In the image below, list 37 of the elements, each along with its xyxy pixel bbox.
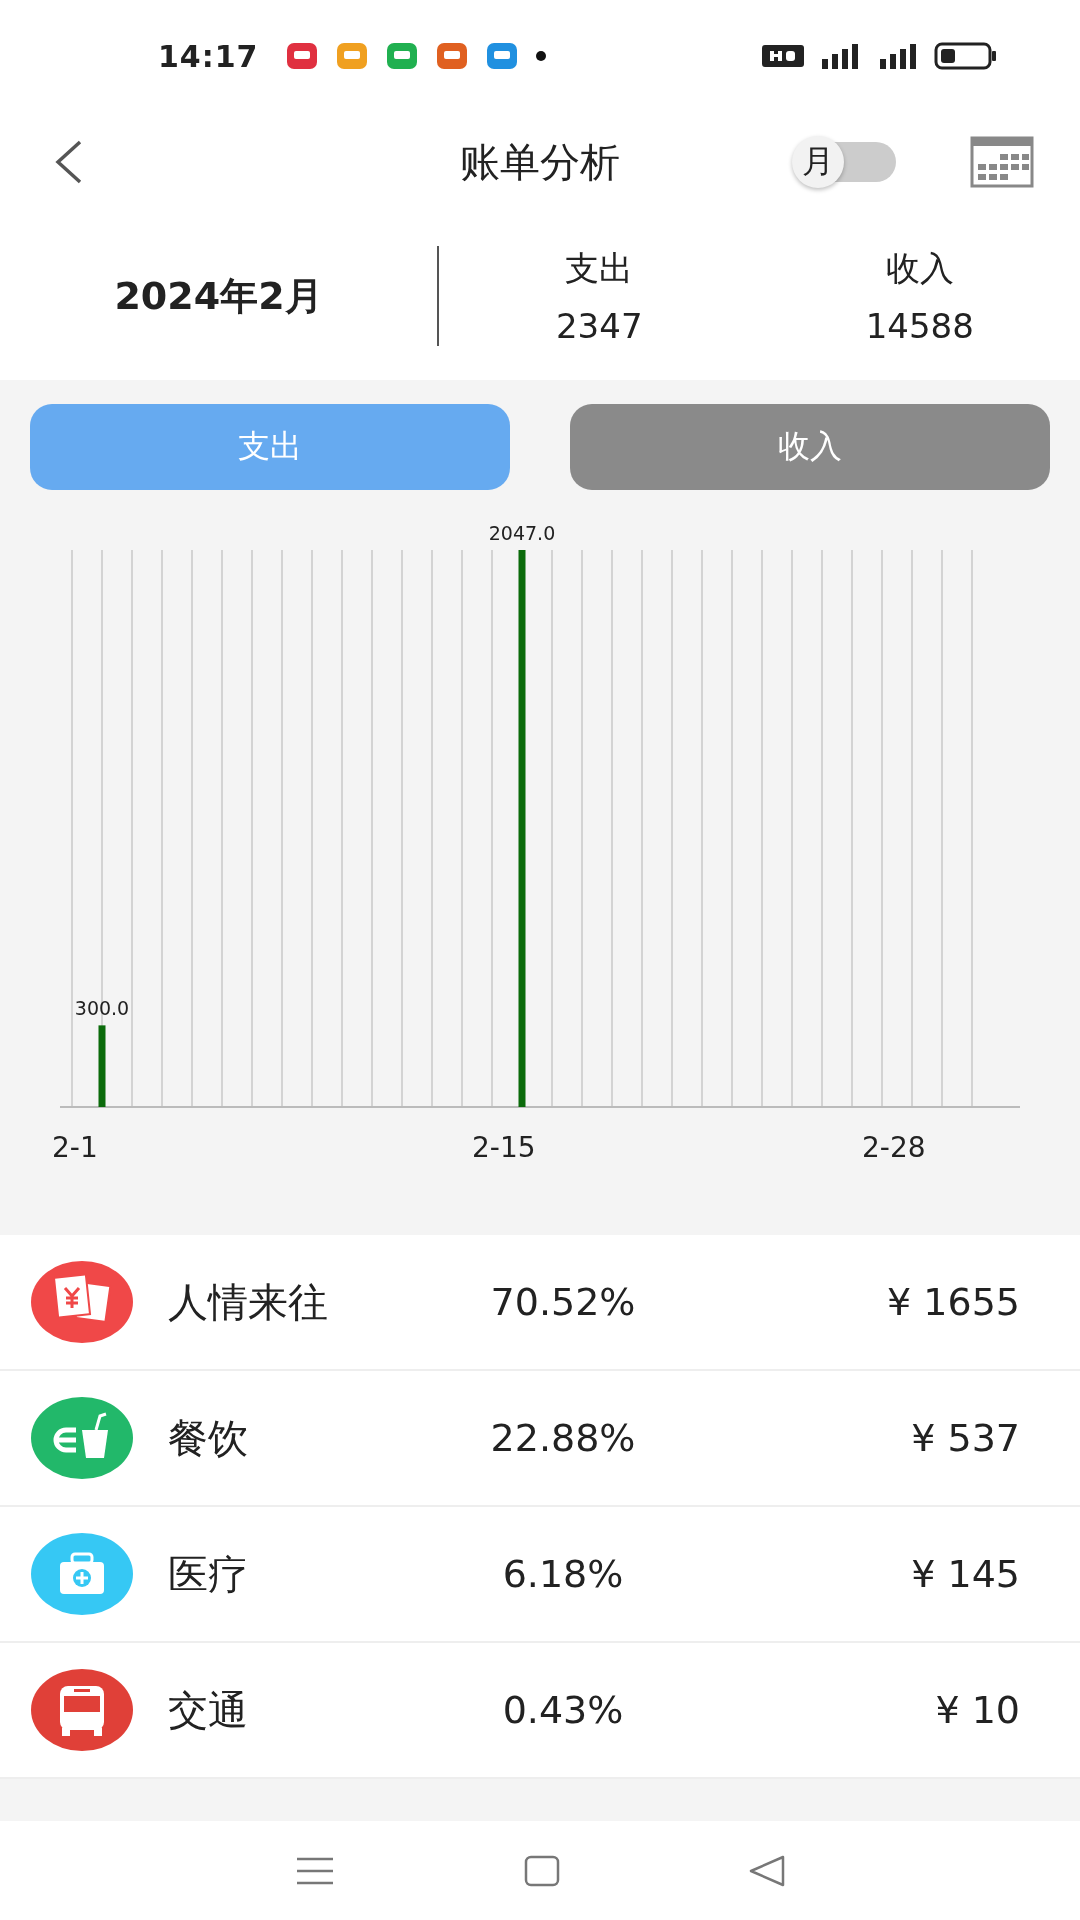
- category-name: 医疗: [168, 1549, 249, 1599]
- home-icon[interactable]: [524, 1854, 560, 1887]
- category-percent: 22.88%: [489, 1416, 637, 1460]
- category-name: 交通: [168, 1685, 249, 1735]
- type-tab[interactable]: 收入: [570, 404, 1050, 490]
- category-amount: ¥ 537: [911, 1416, 1020, 1460]
- x-tick-label: 2-28: [862, 1131, 926, 1160]
- type-tab[interactable]: 支出: [30, 404, 510, 490]
- stat-value: 2347: [556, 306, 643, 346]
- category-name: 人情来往: [168, 1277, 329, 1327]
- notification-icon: [384, 41, 419, 71]
- back-nav-icon[interactable]: [749, 1854, 786, 1887]
- category-amount: ¥ 1655: [887, 1280, 1020, 1324]
- notification-icon: [484, 41, 519, 71]
- category-percent: 70.52%: [489, 1280, 637, 1324]
- hd-icon: [762, 43, 804, 69]
- category-amount: ¥ 10: [935, 1688, 1020, 1732]
- notification-icon: [434, 41, 469, 71]
- category-percent: 6.18%: [501, 1552, 625, 1596]
- x-tick-label: 2-15: [472, 1131, 536, 1160]
- data-label: 2047.0: [488, 522, 556, 544]
- notification-icon: [284, 41, 319, 71]
- battery-icon: [934, 41, 998, 71]
- data-label: 300.0: [74, 997, 130, 1020]
- page-title: 账单分析: [460, 137, 620, 187]
- calendar-icon[interactable]: [970, 136, 1034, 188]
- category-percent: 0.43%: [501, 1688, 625, 1732]
- stat-value: 14588: [865, 306, 974, 346]
- category-name: 餐饮: [168, 1413, 249, 1463]
- stat-label: 支出: [565, 247, 634, 290]
- more-notifications-icon: [534, 50, 547, 62]
- status-time: 14:17: [158, 38, 259, 74]
- category-amount: ¥ 145: [911, 1552, 1020, 1596]
- notification-icon: [334, 41, 369, 71]
- x-tick-label: 2-1: [52, 1131, 98, 1160]
- stat-label: 收入: [885, 247, 954, 290]
- month-label: 2024年2月: [0, 246, 439, 346]
